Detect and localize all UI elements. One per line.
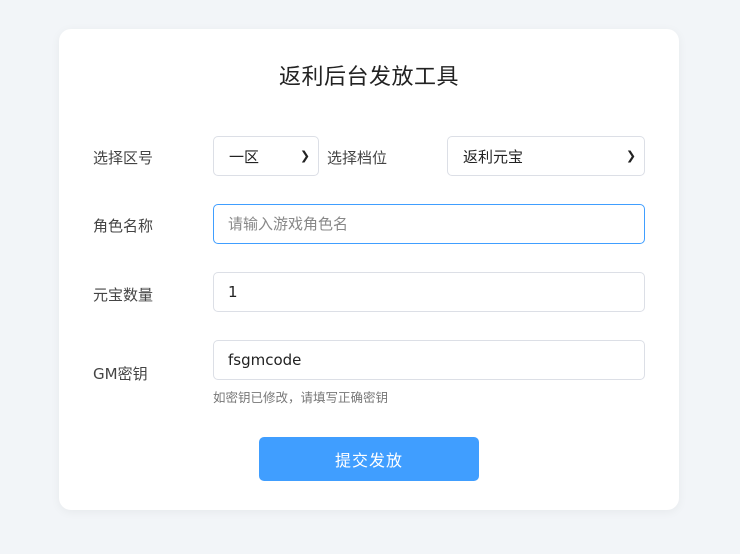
ingot-label: 元宝数量 (93, 286, 154, 304)
ingot-quantity-value: 1 (228, 283, 238, 301)
submit-button[interactable]: 提交发放 (259, 437, 479, 481)
zone-label: 选择区号 (93, 149, 154, 167)
zone-select-value: 一区 (229, 147, 260, 166)
chevron-down-icon: ❯ (625, 148, 636, 163)
role-label: 角色名称 (93, 217, 154, 235)
role-name-input[interactable] (213, 204, 645, 244)
gm-key-value: fsgmcode (228, 351, 302, 369)
ingot-quantity-input[interactable]: 1 (213, 272, 645, 312)
tool-card: 返利后台发放工具 选择区号 一区 ❯ 选择档位 返利元宝 ❯ 角色名称 元宝数量… (59, 29, 679, 510)
chevron-down-icon: ❯ (299, 148, 310, 163)
page-title: 返利后台发放工具 (278, 65, 459, 90)
tier-label: 选择档位 (327, 149, 388, 167)
tier-select-value: 返利元宝 (463, 147, 524, 166)
gm-key-label: GM密钥 (93, 365, 148, 383)
tier-select[interactable]: 返利元宝 ❯ (447, 136, 645, 176)
zone-select[interactable]: 一区 ❯ (213, 136, 319, 176)
gm-key-input[interactable]: fsgmcode (213, 340, 645, 380)
gm-key-hint: 如密钥已修改，请填写正确密钥 (213, 390, 389, 405)
